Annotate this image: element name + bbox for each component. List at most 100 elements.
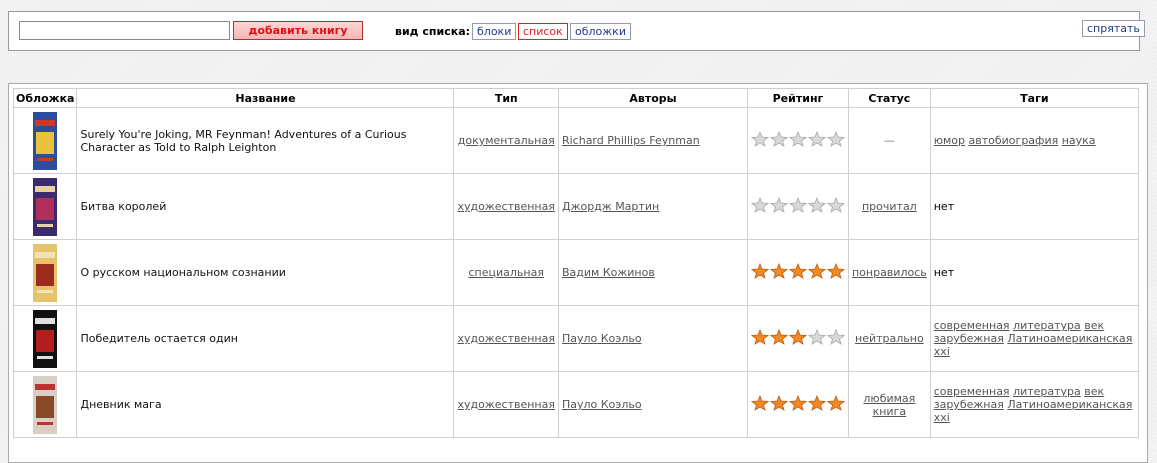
cover-cell	[12, 107, 78, 174]
star-filled-icon[interactable]	[788, 329, 807, 345]
star-filled-icon[interactable]	[750, 263, 769, 279]
star-filled-icon[interactable]	[788, 395, 807, 411]
status-link[interactable]: нейтрально	[855, 332, 924, 345]
book-title[interactable]: Surely You're Joking, MR Feynman! Advent…	[80, 128, 406, 154]
status-link[interactable]: любимая книга	[863, 392, 915, 418]
type-cell: специальная	[453, 239, 559, 306]
tags-cell: нет	[929, 239, 1140, 306]
title-cell[interactable]: О русском национальном сознании	[76, 239, 455, 306]
rating-stars[interactable]	[750, 131, 845, 147]
rating-cell	[746, 239, 849, 306]
tag-link[interactable]: современная	[934, 385, 1010, 398]
author-link[interactable]: Вадим Кожинов	[562, 266, 655, 279]
view-blocks-button[interactable]: блоки	[472, 23, 517, 40]
book-cover-image[interactable]	[33, 111, 58, 170]
star-filled-icon[interactable]	[788, 263, 807, 279]
rating-stars[interactable]	[750, 395, 845, 411]
table-row: Победитель остается один художественная Па…	[12, 305, 1140, 372]
tag-link[interactable]: литература	[1013, 319, 1081, 332]
star-empty-icon[interactable]	[826, 329, 845, 345]
star-filled-icon[interactable]	[750, 395, 769, 411]
star-empty-icon[interactable]	[807, 131, 826, 147]
book-title[interactable]: Победитель остается один	[80, 332, 237, 345]
book-cover-image[interactable]	[33, 375, 58, 434]
book-cover-image[interactable]	[33, 309, 58, 368]
header-authors[interactable]: Авторы	[557, 88, 748, 108]
header-status[interactable]: Статус	[847, 88, 931, 108]
cover-cell	[12, 371, 78, 438]
status-cell: понравилось	[847, 239, 931, 306]
tag-link[interactable]: литература	[1013, 385, 1081, 398]
tag-link[interactable]: зарубежная	[934, 332, 1004, 345]
tag-link[interactable]: наука	[1062, 134, 1096, 147]
view-covers-button[interactable]: обложки	[570, 23, 631, 40]
star-empty-icon[interactable]	[750, 197, 769, 213]
status-link[interactable]: понравилось	[852, 266, 927, 279]
title-cell[interactable]: Битва королей	[76, 173, 455, 240]
book-title[interactable]: Битва королей	[80, 200, 166, 213]
type-link[interactable]: художественная	[457, 332, 554, 345]
rating-stars[interactable]	[750, 197, 845, 213]
star-filled-icon[interactable]	[769, 395, 788, 411]
star-filled-icon[interactable]	[826, 395, 845, 411]
table-header-row: Обложка Название Тип Авторы Рейтинг Стат…	[12, 88, 1140, 108]
tag-link[interactable]: xxi	[934, 411, 950, 424]
tag-link[interactable]: век	[1084, 385, 1104, 398]
add-book-button[interactable]: добавить книгу	[233, 21, 363, 40]
header-type[interactable]: Тип	[453, 88, 559, 108]
tag-link[interactable]: Латиноамериканская	[1007, 332, 1132, 345]
star-empty-icon[interactable]	[788, 131, 807, 147]
tag-link[interactable]: xxi	[934, 345, 950, 358]
type-link[interactable]: художественная	[457, 398, 554, 411]
star-empty-icon[interactable]	[807, 197, 826, 213]
author-cell: Пауло Коэльо	[557, 371, 748, 438]
type-link[interactable]: художественная	[457, 200, 554, 213]
star-filled-icon[interactable]	[807, 263, 826, 279]
author-link[interactable]: Пауло Коэльо	[562, 332, 642, 345]
star-filled-icon[interactable]	[826, 263, 845, 279]
hide-button[interactable]: спрятать	[1082, 20, 1145, 37]
star-filled-icon[interactable]	[807, 395, 826, 411]
header-title[interactable]: Название	[76, 88, 455, 108]
star-empty-icon[interactable]	[826, 197, 845, 213]
author-link[interactable]: Пауло Коэльо	[562, 398, 642, 411]
header-rating[interactable]: Рейтинг	[746, 88, 849, 108]
star-filled-icon[interactable]	[769, 329, 788, 345]
status-cell: прочитал	[847, 173, 931, 240]
title-cell[interactable]: Победитель остается один	[76, 305, 455, 372]
type-link[interactable]: специальная	[469, 266, 544, 279]
header-cover[interactable]: Обложка	[12, 88, 78, 108]
tag-link[interactable]: автобиография	[969, 134, 1059, 147]
status-link[interactable]: прочитал	[862, 200, 917, 213]
author-link[interactable]: Джордж Мартин	[562, 200, 659, 213]
rating-stars[interactable]	[750, 329, 845, 345]
author-link[interactable]: Richard Phillips Feynman	[562, 134, 700, 147]
book-cover-image[interactable]	[33, 177, 58, 236]
star-empty-icon[interactable]	[769, 197, 788, 213]
book-title[interactable]: Дневник мага	[80, 398, 161, 411]
tags-none: нет	[933, 266, 955, 279]
book-title[interactable]: О русском национальном сознании	[80, 266, 285, 279]
view-list-button[interactable]: список	[518, 23, 568, 40]
tag-link[interactable]: современная	[934, 319, 1010, 332]
title-cell[interactable]: Дневник мага	[76, 371, 455, 438]
rating-stars[interactable]	[750, 263, 845, 279]
book-cover-image[interactable]	[33, 243, 58, 302]
star-empty-icon[interactable]	[750, 131, 769, 147]
tag-link[interactable]: век	[1084, 319, 1104, 332]
type-link[interactable]: документальная	[458, 134, 555, 147]
title-cell[interactable]: Surely You're Joking, MR Feynman! Advent…	[76, 107, 455, 174]
author-cell: Вадим Кожинов	[557, 239, 748, 306]
star-empty-icon[interactable]	[826, 131, 845, 147]
tag-link[interactable]: юмор	[934, 134, 965, 147]
rating-cell	[746, 305, 849, 372]
star-filled-icon[interactable]	[769, 263, 788, 279]
star-empty-icon[interactable]	[788, 197, 807, 213]
header-tags[interactable]: Таги	[929, 88, 1140, 108]
search-input[interactable]	[19, 21, 230, 40]
star-filled-icon[interactable]	[750, 329, 769, 345]
tag-link[interactable]: Латиноамериканская	[1007, 398, 1132, 411]
star-empty-icon[interactable]	[769, 131, 788, 147]
tag-link[interactable]: зарубежная	[934, 398, 1004, 411]
star-empty-icon[interactable]	[807, 329, 826, 345]
